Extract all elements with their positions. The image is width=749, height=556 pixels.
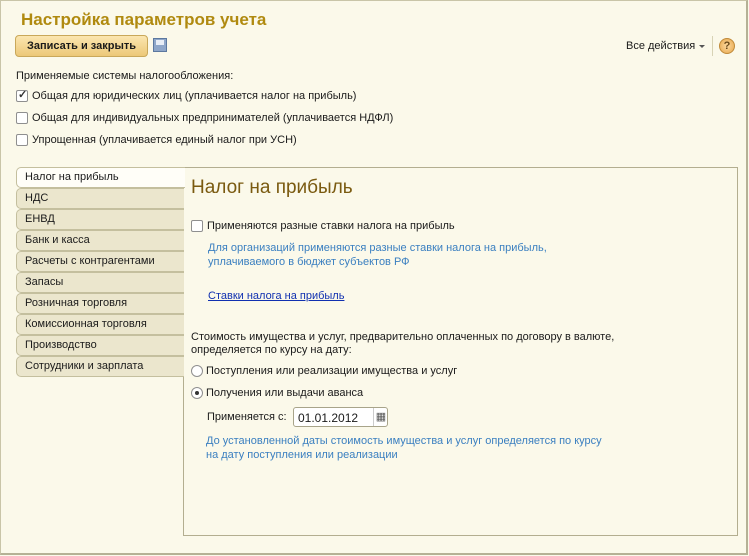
tab-envd[interactable]: ЕНВД (16, 209, 184, 230)
tax-system-label: Общая для индивидуальных предпринимателе… (32, 112, 394, 124)
tax-rates-link[interactable]: Ставки налога на прибыль (208, 290, 344, 302)
tab-retail[interactable]: Розничная торговля (16, 293, 184, 314)
save-icon[interactable] (153, 38, 167, 52)
settings-window: Настройка параметров учета Записать и за… (0, 0, 748, 555)
receipt-date-radio[interactable] (191, 365, 203, 377)
tab-inventory[interactable]: Запасы (16, 272, 184, 293)
tab-bank-cash[interactable]: Банк и касса (16, 230, 184, 251)
save-and-close-button[interactable]: Записать и закрыть (15, 35, 148, 57)
advance-date-label: Получения или выдачи аванса (206, 387, 364, 399)
chevron-down-icon[interactable] (699, 45, 705, 48)
tax-system-general-ip-checkbox[interactable] (16, 112, 28, 124)
date-hint: на дату поступления или реализации (206, 449, 398, 461)
calendar-icon[interactable]: ▦ (373, 408, 388, 426)
toolbar-divider (712, 36, 713, 56)
tab-production[interactable]: Производство (16, 335, 184, 356)
all-actions-menu[interactable]: Все действия (626, 40, 695, 52)
advance-date-radio[interactable] (191, 387, 203, 399)
different-rates-hint: Для организаций применяются разные ставк… (208, 242, 547, 254)
tab-commission[interactable]: Комиссионная торговля (16, 314, 184, 335)
tab-list: Налог на прибыль НДС ЕНВД Банк и касса Р… (16, 167, 185, 377)
tax-system-label: Упрощенная (уплачивается единый налог пр… (32, 134, 297, 146)
different-rates-label: Применяются разные ставки налога на приб… (207, 220, 455, 232)
receipt-date-label: Поступления или реализации имущества и у… (206, 365, 458, 377)
tab-staff-salary[interactable]: Сотрудники и зарплата (16, 356, 184, 377)
panel-heading: Налог на прибыль (191, 177, 353, 198)
tax-system-usn-checkbox[interactable] (16, 134, 28, 146)
tab-profit-tax[interactable]: Налог на прибыль (16, 167, 185, 188)
tab-counterparties[interactable]: Расчеты с контрагентами (16, 251, 184, 272)
tax-systems-label: Применяемые системы налогообложения: (16, 70, 234, 82)
tab-vat[interactable]: НДС (16, 188, 184, 209)
cost-label: определяется по курсу на дату: (191, 344, 352, 356)
applies-from-label: Применяется с: (207, 411, 287, 423)
different-rates-hint: уплачиваемого в бюджет субъектов РФ (208, 256, 410, 268)
date-hint: До установленной даты стоимость имуществ… (206, 435, 602, 447)
cost-label: Стоимость имущества и услуг, предварител… (191, 331, 615, 343)
tax-system-general-legal-checkbox[interactable] (16, 88, 28, 102)
different-rates-checkbox[interactable] (191, 220, 203, 232)
page-title: Настройка параметров учета (21, 10, 267, 29)
tax-system-label: Общая для юридических лиц (уплачивается … (32, 90, 357, 102)
help-icon[interactable]: ? (719, 38, 735, 54)
